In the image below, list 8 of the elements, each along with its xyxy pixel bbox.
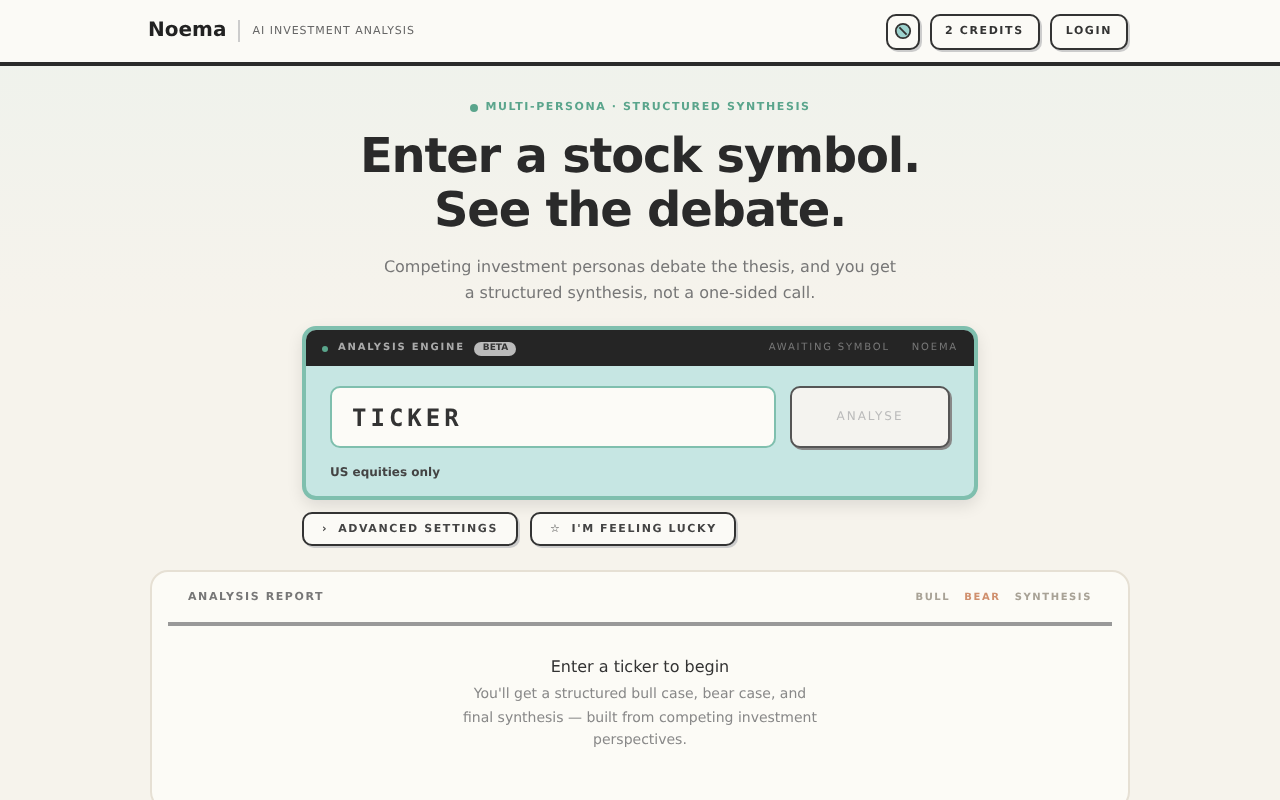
headline: Enter a stock symbol. See the debate. <box>359 130 921 238</box>
empty-title: Enter a ticker to begin <box>550 658 730 676</box>
ticker-field[interactable]: TICKER <box>330 386 776 448</box>
lens-button[interactable] <box>885 13 920 49</box>
subtitle: Competing investment personas debate the thesis, and you get a structured synthesis, not a one-sided call. <box>381 256 899 306</box>
lens-icon <box>893 22 912 40</box>
brand-logo[interactable]: Noema <box>148 20 241 42</box>
status-dot <box>322 345 328 351</box>
